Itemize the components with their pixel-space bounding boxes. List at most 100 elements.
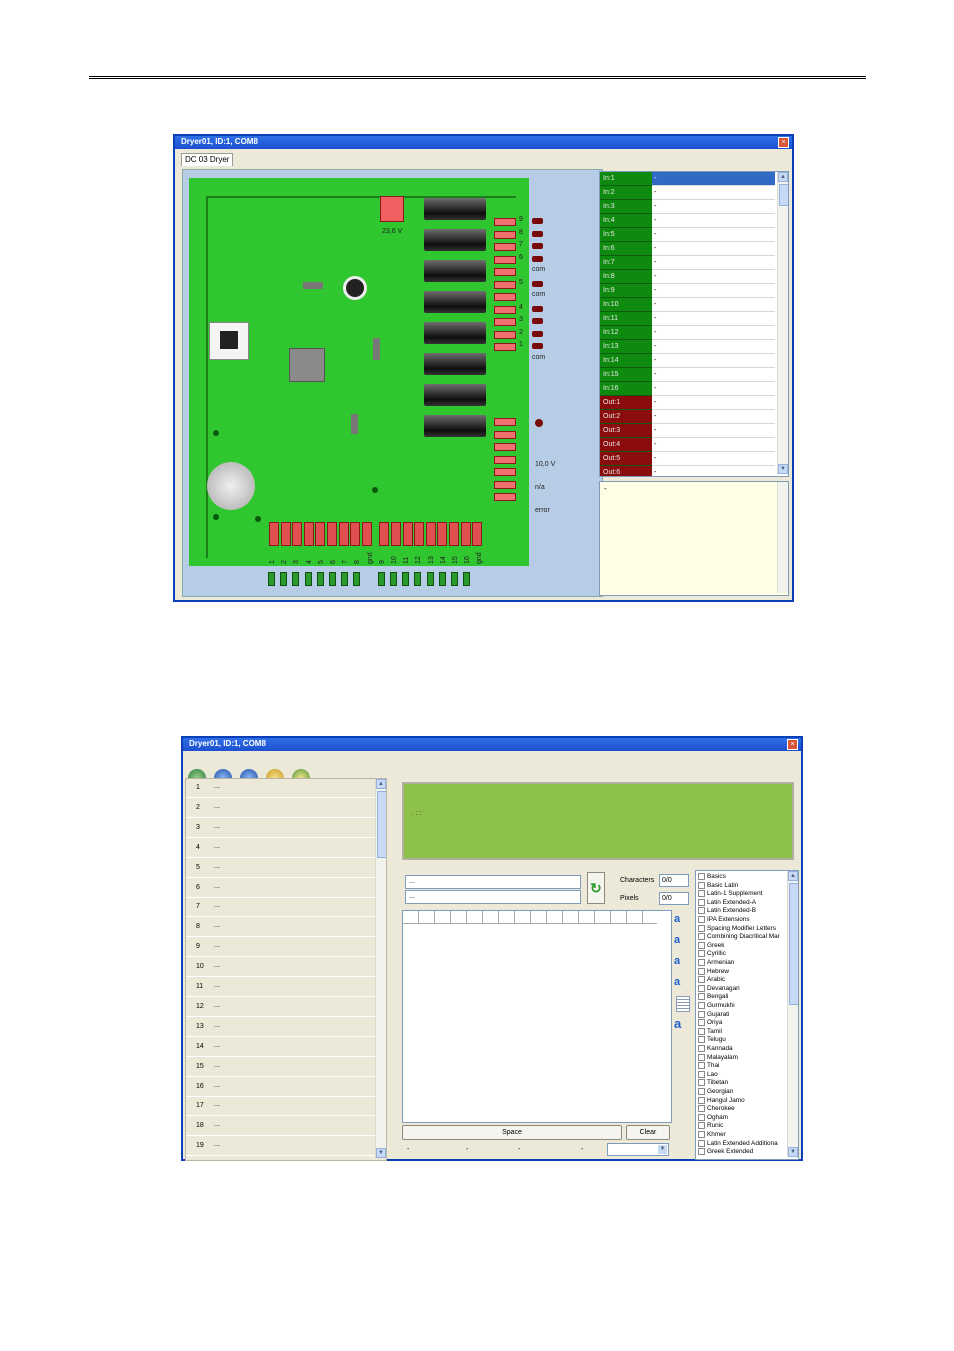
checkbox[interactable] [698,984,705,992]
unicode-block-item[interactable]: Cyrillic [698,950,726,959]
checkbox[interactable] [698,1079,705,1087]
io-row[interactable]: In:5- [600,228,775,242]
checkbox[interactable] [698,1027,705,1035]
list-item[interactable]: 11... [186,978,384,997]
unicode-block-item[interactable]: Kannada [698,1045,733,1054]
align-up-icon[interactable]: a [674,954,688,968]
io-row[interactable]: In:9- [600,284,775,298]
unicode-block-list[interactable]: Basics Basic Latin Latin-1 Supplement Latin… [695,870,799,1160]
list-item[interactable]: 12... [186,998,384,1017]
character-grid[interactable] [402,910,672,1123]
checkbox[interactable] [698,1062,705,1070]
title-bar[interactable]: Dryer01, ID:1, COM8 × [175,136,792,149]
checkbox[interactable] [698,916,705,923]
unicode-block-item[interactable]: Oriya [698,1019,722,1028]
align-left-icon[interactable]: a [674,912,688,926]
add-text-icon[interactable]: a [674,1017,688,1031]
list-item[interactable]: 19... [186,1137,384,1157]
list-item[interactable]: 2... [186,799,384,818]
unicode-block-item[interactable]: Latin Extended-B [698,907,756,916]
io-grid[interactable]: In:1- In:2- In:3- In:4- In:5- In:6- In:7- In:8-… [599,171,789,477]
io-row[interactable]: Out:4- [600,438,775,452]
list-item[interactable]: 6... [186,879,384,898]
io-row[interactable]: In:15- [600,368,775,382]
unicode-block-item[interactable]: Bengali [698,993,728,1002]
checkbox[interactable] [698,1139,705,1147]
align-down-icon[interactable]: a [674,975,688,989]
list-item[interactable]: 13... [186,1018,384,1037]
io-row[interactable]: Out:1- [600,396,775,410]
io-row[interactable]: In:12- [600,326,775,340]
unicode-block-item[interactable]: Greek [698,941,724,951]
list-item[interactable]: 5... [186,859,384,878]
unicode-block-item[interactable]: Thai [698,1062,719,1071]
io-row[interactable]: Out:2- [600,410,775,424]
checkbox[interactable] [698,881,705,889]
checkbox[interactable] [698,1122,705,1130]
io-row[interactable]: In:2- [600,186,775,200]
close-button[interactable]: × [778,137,789,148]
title-bar[interactable]: Dryer01, ID:1, COM8 × [183,738,801,751]
unicode-block-item[interactable]: Ogham [698,1113,728,1123]
unicode-block-item[interactable]: Malayalam [698,1053,738,1063]
align-right-icon[interactable]: a [674,933,688,947]
checkbox[interactable] [698,907,705,915]
checkbox[interactable] [698,967,705,975]
io-row[interactable]: In:13- [600,340,775,354]
scroll-thumb[interactable] [377,791,386,858]
checkbox[interactable] [698,1053,705,1061]
scroll-up-icon[interactable]: ▲ [376,779,386,789]
list-item[interactable]: 7... [186,898,384,918]
io-row[interactable]: In:7- [600,256,775,270]
checkbox[interactable] [698,1096,705,1104]
checkbox[interactable] [698,976,705,984]
unicode-block-item[interactable]: Basic Latin [698,881,738,891]
io-row[interactable]: In:6- [600,242,775,256]
io-row[interactable]: Out:6- [600,466,775,476]
io-row[interactable]: In:11- [600,312,775,326]
io-row[interactable]: In:8- [600,270,775,284]
checkbox[interactable] [698,941,705,949]
list-item[interactable]: 8... [186,918,384,938]
checkbox[interactable] [698,959,705,966]
log-memo[interactable]: - [599,481,789,596]
unicode-block-item[interactable]: Georgian [698,1088,733,1097]
list-scrollbar[interactable]: ▲ ▼ [375,779,386,1158]
checkbox[interactable] [698,993,705,1001]
scroll-down-icon[interactable]: ▼ [376,1148,386,1158]
scroll-thumb[interactable] [789,883,798,1005]
io-row[interactable]: In:10- [600,298,775,312]
clear-button[interactable]: Clear [626,1125,670,1140]
unicode-block-item[interactable]: Latin-1 Supplement [698,890,762,899]
unicode-block-item[interactable]: Runic [698,1122,723,1131]
io-row[interactable]: In:3- [600,200,775,214]
blocks-scrollbar[interactable]: ▲ ▼ [787,871,798,1157]
scroll-down-icon[interactable]: ▼ [778,464,788,474]
unicode-block-item[interactable]: Telugu [698,1036,726,1045]
io-row[interactable]: In:1- [600,172,775,186]
tab-dc03-dryer[interactable]: DC 03 Dryer [181,153,234,166]
checkbox[interactable] [698,933,705,941]
list-item[interactable]: 1... [186,779,384,798]
text-input-line-2[interactable]: ... [405,890,581,904]
io-row[interactable]: Out:5- [600,452,775,466]
unicode-block-item[interactable]: Latin Extended-A [698,898,756,908]
unicode-block-item[interactable]: Spacing Modifier Letters [698,924,776,934]
list-item[interactable]: 16... [186,1078,384,1097]
unicode-block-item[interactable]: Lao [698,1070,718,1080]
close-button[interactable]: × [787,739,798,750]
checkbox[interactable] [698,950,705,958]
io-row[interactable]: In:16- [600,382,775,396]
unicode-block-item[interactable]: Hebrew [698,967,729,977]
scroll-thumb[interactable] [779,184,788,206]
text-input-line-1[interactable]: ... [405,875,581,889]
list-item[interactable]: 18... [186,1117,384,1137]
checkbox[interactable] [698,1070,705,1078]
unicode-block-item[interactable]: Basics [698,873,726,882]
list-item[interactable]: 3... [186,819,384,838]
unicode-block-item[interactable]: Hangul Jamo [698,1096,745,1106]
unicode-block-item[interactable]: Tibetan [698,1079,728,1088]
list-item[interactable]: 15... [186,1058,384,1077]
unicode-block-item[interactable]: Cherokee [698,1105,735,1114]
apply-button[interactable]: ↻ [587,872,605,904]
